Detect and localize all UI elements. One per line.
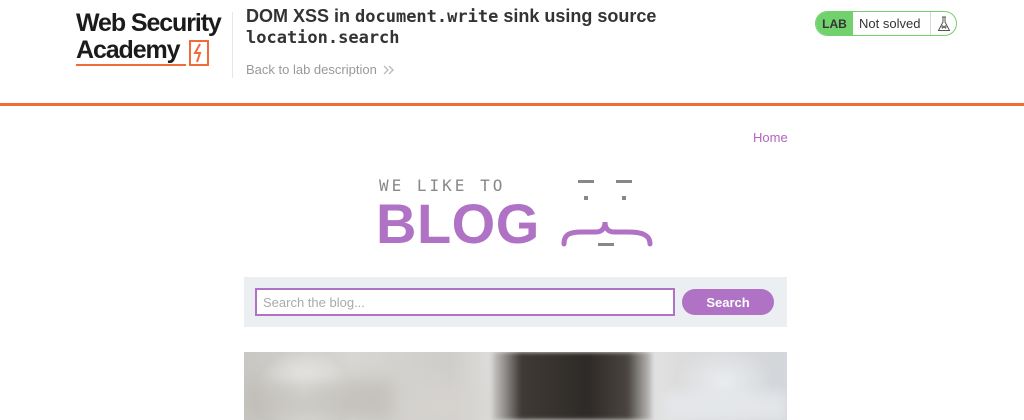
lab-title-code-source: location.search bbox=[246, 28, 400, 48]
double-chevron-right-icon bbox=[383, 65, 394, 74]
blog-banner: WE LIKE TO BLOG bbox=[376, 172, 656, 255]
academy-header: Web Security Academy DOM XSS in document… bbox=[0, 0, 1024, 106]
back-to-lab-description-link[interactable]: Back to lab description bbox=[246, 62, 395, 77]
flask-icon bbox=[930, 12, 956, 35]
image-dark-object bbox=[492, 352, 652, 420]
blog-search-panel: Search bbox=[244, 277, 787, 327]
lab-status-widget: LAB Not solved bbox=[815, 11, 957, 36]
image-blur-region bbox=[244, 380, 394, 420]
lab-title-code-sink: document.write bbox=[355, 7, 499, 27]
lightning-bolt-icon bbox=[189, 40, 209, 66]
banner-title: BLOG bbox=[376, 192, 540, 255]
back-link-label: Back to lab description bbox=[246, 62, 377, 77]
search-input[interactable] bbox=[255, 288, 675, 316]
lab-status-text: Not solved bbox=[859, 16, 921, 31]
logo-line-2: Academy bbox=[76, 36, 181, 64]
web-security-academy-logo[interactable]: Web Security Academy bbox=[76, 10, 236, 68]
curly-brace-face-icon bbox=[561, 180, 653, 247]
search-button[interactable]: Search bbox=[682, 289, 774, 315]
logo-line-1: Web Security bbox=[76, 9, 222, 37]
header-divider bbox=[232, 12, 233, 78]
lab-badge: LAB bbox=[816, 12, 853, 35]
logo-underline bbox=[76, 64, 186, 66]
image-blur-region-right bbox=[664, 392, 787, 420]
nav-home-link[interactable]: Home bbox=[753, 130, 788, 145]
lab-title: DOM XSS in document.write sink using sou… bbox=[246, 6, 657, 48]
blog-post-image[interactable] bbox=[244, 352, 787, 420]
